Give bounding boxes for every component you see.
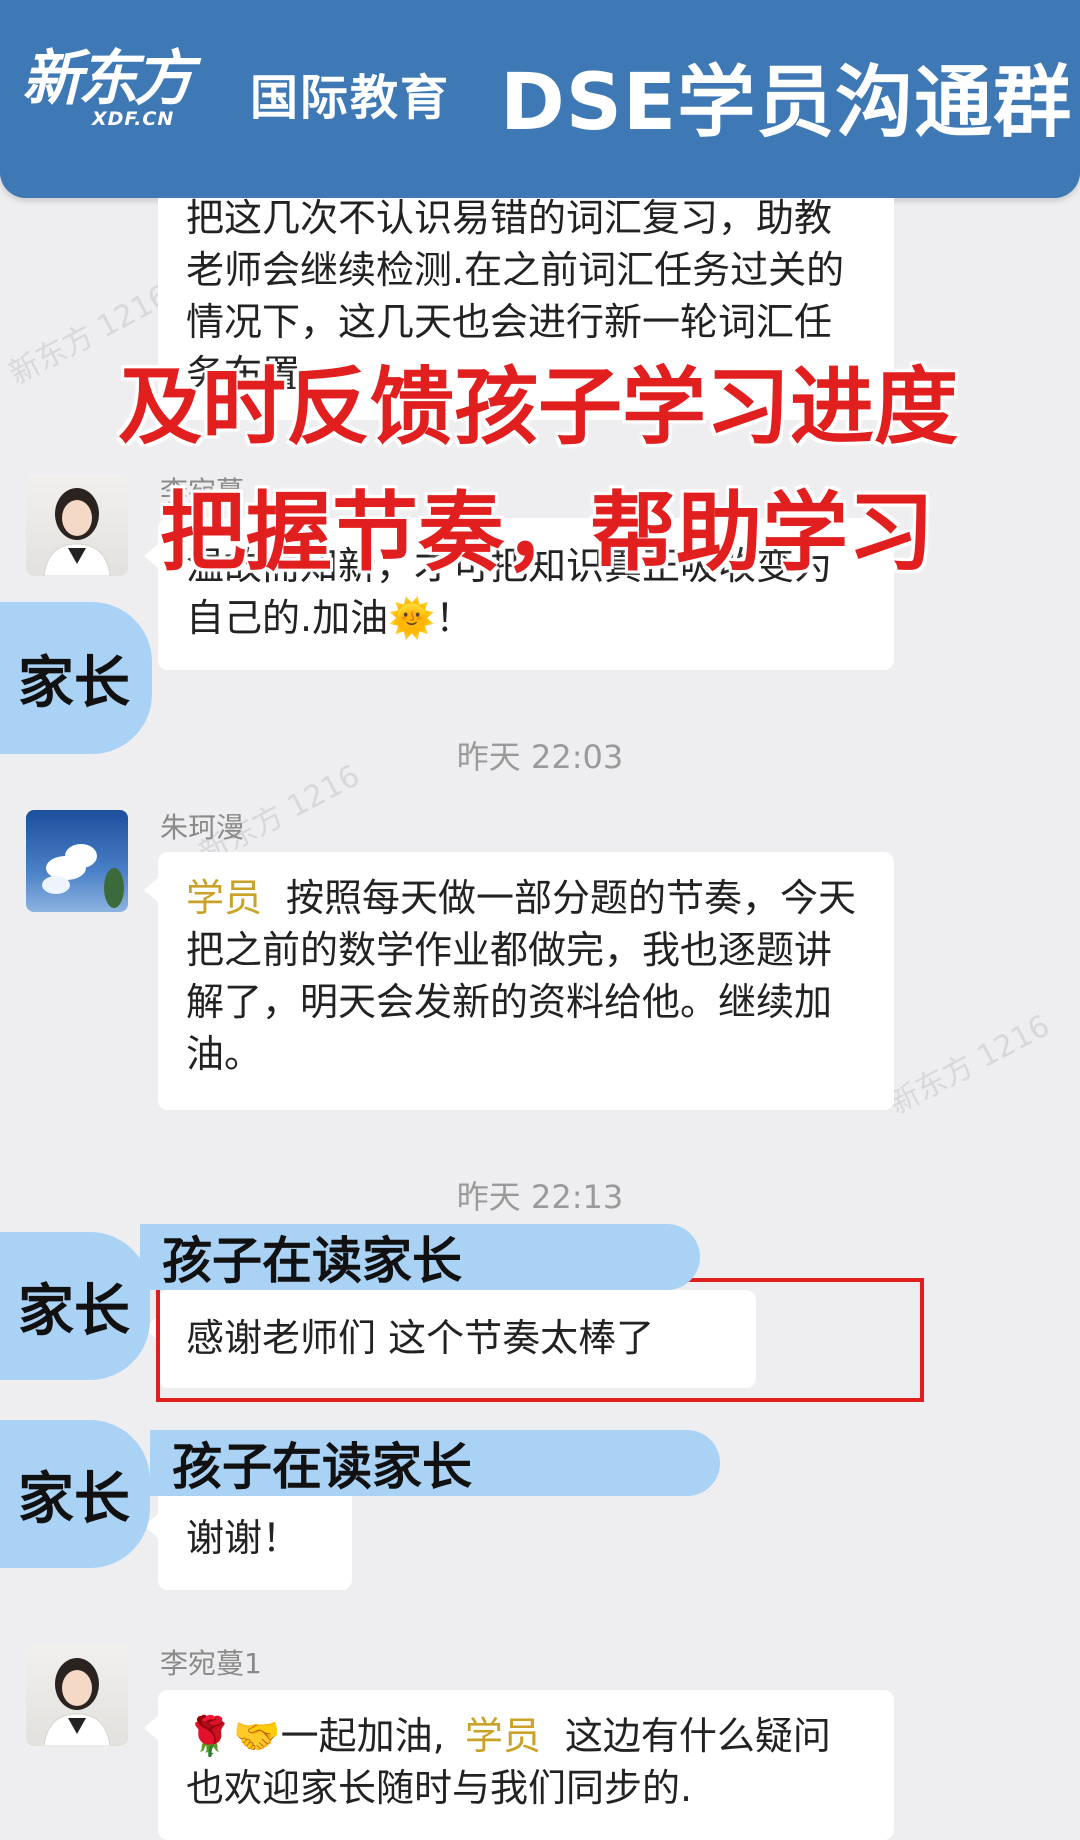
message-bubble[interactable]: 学员 按照每天做一部分题的节奏，今天把之前的数学作业都做完，我也逐题讲解了，明天会… <box>144 852 894 1110</box>
teacher-avatar[interactable] <box>26 1644 128 1746</box>
parent-tag: 孩子在读家长 <box>150 1430 720 1496</box>
student-avatar[interactable] <box>26 810 128 912</box>
sender-name: 李宛蔓1 <box>160 1647 262 1680</box>
message-prefix: 🌹🤝一起加油, <box>186 1714 445 1758</box>
timestamp: 昨天 22:13 <box>456 1178 624 1216</box>
message-text: 按照每天做一部分题的节奏，今天把之前的数学作业都做完，我也逐题讲解了，明天会发新… <box>186 876 857 1076</box>
brand-logo: 新东方 XDF.CN <box>22 44 218 136</box>
watermark: 新东方 1216 <box>883 1008 1056 1122</box>
parent-tag: 孩子在读家长 <box>140 1224 700 1290</box>
header-subtitle: 国际教育 <box>250 70 451 126</box>
logo-en: XDF.CN <box>92 108 175 130</box>
sender-name: 朱珂漫 <box>160 811 245 844</box>
message-bubble[interactable]: 谢谢！ <box>144 1488 352 1590</box>
person-icon <box>43 488 111 576</box>
caption-line-2: 把握节奏，帮助学习 <box>160 483 934 583</box>
cloud-icon <box>42 844 124 908</box>
role-label-parent: 家长 <box>0 1232 150 1380</box>
message-text: 谢谢！ <box>186 1516 301 1560</box>
student-tag: 学员 <box>186 876 263 920</box>
teacher-avatar[interactable] <box>26 474 128 576</box>
student-tag: 学员 <box>464 1714 541 1758</box>
role-label-parent: 家长 <box>0 1420 150 1568</box>
timestamp: 昨天 22:03 <box>456 738 624 776</box>
person-icon <box>43 1658 111 1746</box>
message-bubble[interactable]: 🌹🤝一起加油, 学员 这边有什么疑问也欢迎家长随时与我们同步的. <box>144 1690 894 1840</box>
logo-cn: 新东方 <box>22 44 194 114</box>
highlight-frame <box>156 1278 924 1402</box>
caption-line-1: 及时反馈孩子学习进度 <box>118 358 959 456</box>
role-label-parent: 家长 <box>0 602 152 754</box>
group-title: DSE学员沟通群 <box>500 58 1073 148</box>
